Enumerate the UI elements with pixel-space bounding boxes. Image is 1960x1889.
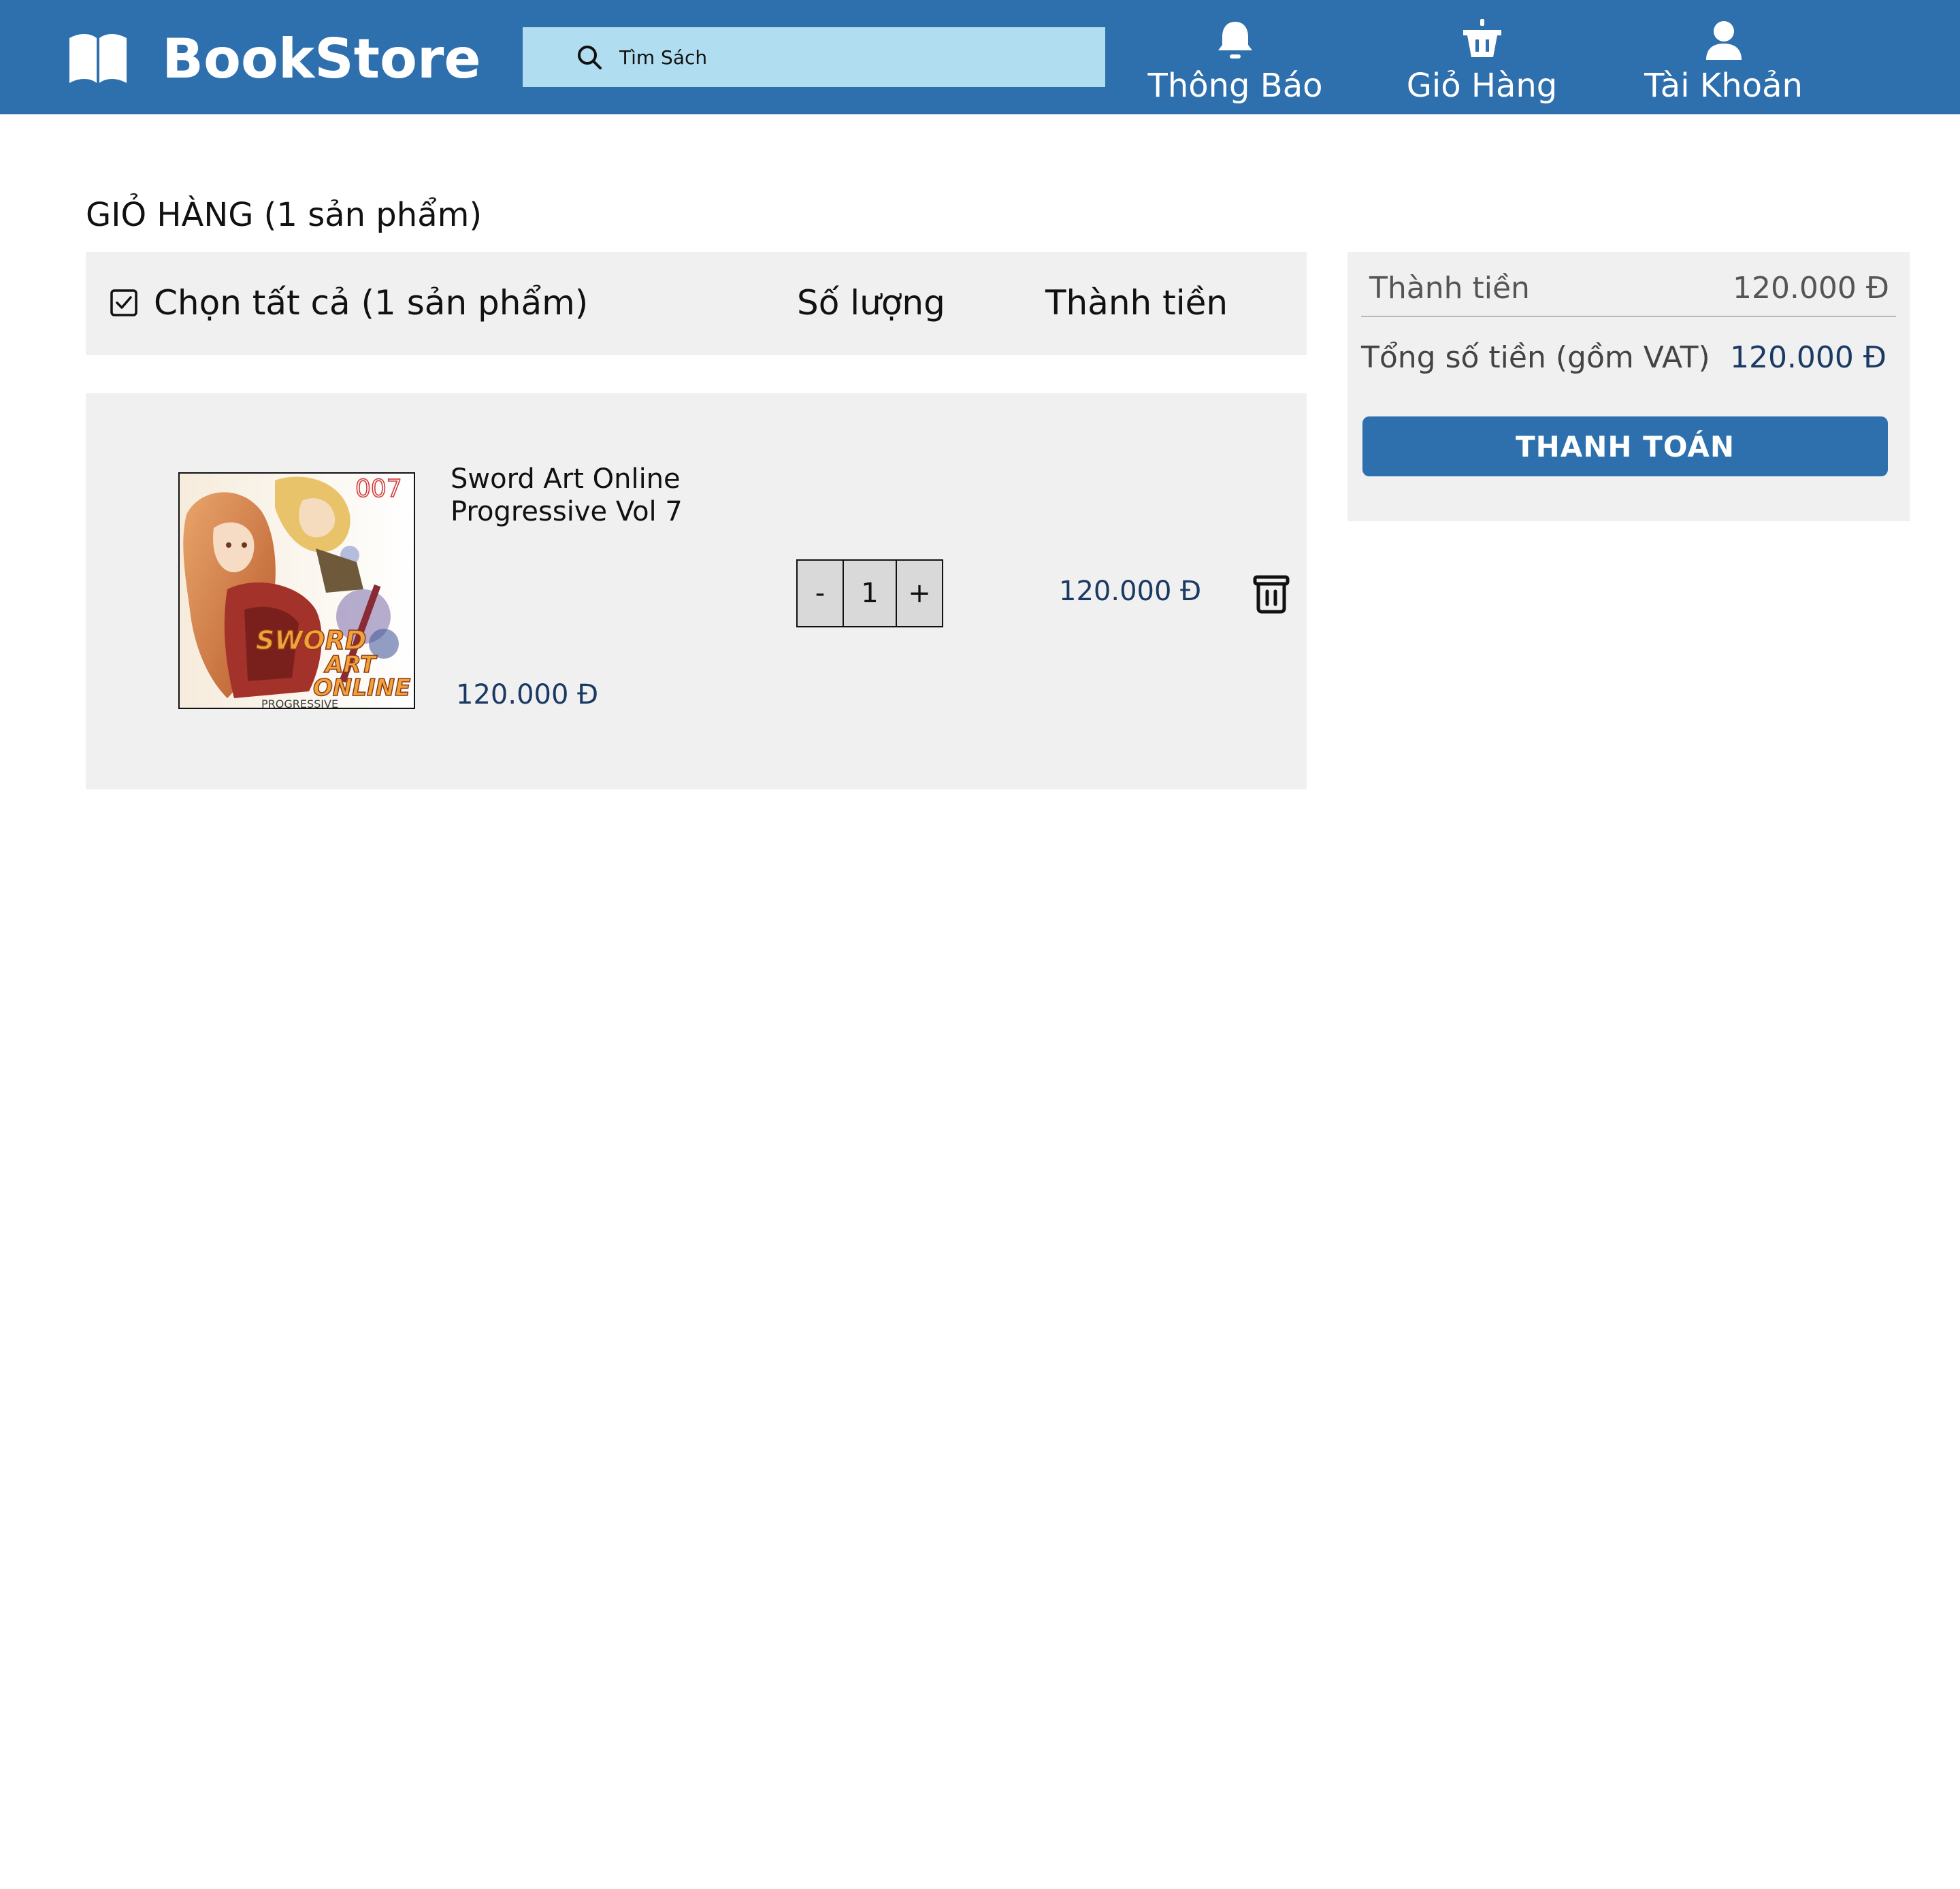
quantity-stepper: - 1 + — [796, 559, 943, 627]
user-icon — [1703, 19, 1744, 61]
subtotal-value: 120.000 Đ — [1732, 271, 1889, 306]
nav-cart-label: Giỏ Hàng — [1406, 67, 1558, 105]
open-book-icon — [68, 31, 128, 86]
book-cover-image[interactable]: 007 SWORD ART ONLINE PROGRESSIVE — [178, 472, 415, 709]
increment-button[interactable]: + — [896, 559, 943, 627]
nav-cart[interactable]: Giỏ Hàng — [1388, 19, 1575, 108]
cover-subtitle: PROGRESSIVE — [261, 697, 338, 708]
basket-icon — [1460, 19, 1504, 61]
nav-notifications-label: Thông Báo — [1147, 67, 1323, 105]
book-title[interactable]: Sword Art Online Progressive Vol 7 — [451, 463, 736, 528]
bell-icon — [1215, 19, 1256, 61]
grand-total-value: 120.000 Đ — [1729, 340, 1886, 375]
search-input[interactable] — [619, 37, 1055, 78]
order-summary: Thành tiền 120.000 Đ Tổng số tiền (gồm V… — [1348, 252, 1910, 521]
search-bar[interactable] — [523, 27, 1105, 87]
top-navbar: BookStore Thông Báo Gi — [0, 0, 1960, 114]
line-total: 120.000 Đ — [1059, 576, 1202, 607]
brand-name: BookStore — [162, 27, 481, 91]
cover-volume-number: 007 — [355, 475, 402, 503]
search-icon[interactable] — [576, 44, 603, 71]
cart-table-header: Chọn tất cả (1 sản phẩm) Số lượng Thành … — [86, 252, 1307, 355]
checkbox-checked-icon[interactable] — [110, 289, 137, 316]
grand-total-label: Tổng số tiền (gồm VAT) — [1361, 340, 1710, 375]
quantity-value[interactable]: 1 — [844, 559, 896, 627]
select-all-checkbox[interactable]: Chọn tất cả (1 sản phẩm) — [110, 283, 588, 323]
nav-notifications[interactable]: Thông Báo — [1143, 19, 1327, 108]
brand-logo[interactable]: BookStore — [68, 26, 481, 91]
page-title: GIỎ HÀNG (1 sản phẩm) — [86, 196, 483, 234]
checkout-button[interactable]: THANH TOÁN — [1362, 416, 1888, 476]
nav-account[interactable]: Tài Khoản — [1640, 19, 1807, 108]
nav-account-label: Tài Khoản — [1644, 67, 1803, 105]
decrement-button[interactable]: - — [796, 559, 844, 627]
total-column-header: Thành tiền — [1045, 283, 1228, 323]
cart-item: 007 SWORD ART ONLINE PROGRESSIVE Sword A… — [86, 393, 1307, 789]
subtotal-row: Thành tiền 120.000 Đ — [1361, 260, 1896, 317]
select-all-label: Chọn tất cả (1 sản phẩm) — [154, 283, 589, 323]
trash-icon — [1250, 575, 1293, 618]
subtotal-label: Thành tiền — [1369, 271, 1530, 306]
quantity-column-header: Số lượng — [797, 283, 945, 323]
delete-item-button[interactable] — [1250, 572, 1293, 615]
book-unit-price: 120.000 Đ — [456, 679, 599, 710]
